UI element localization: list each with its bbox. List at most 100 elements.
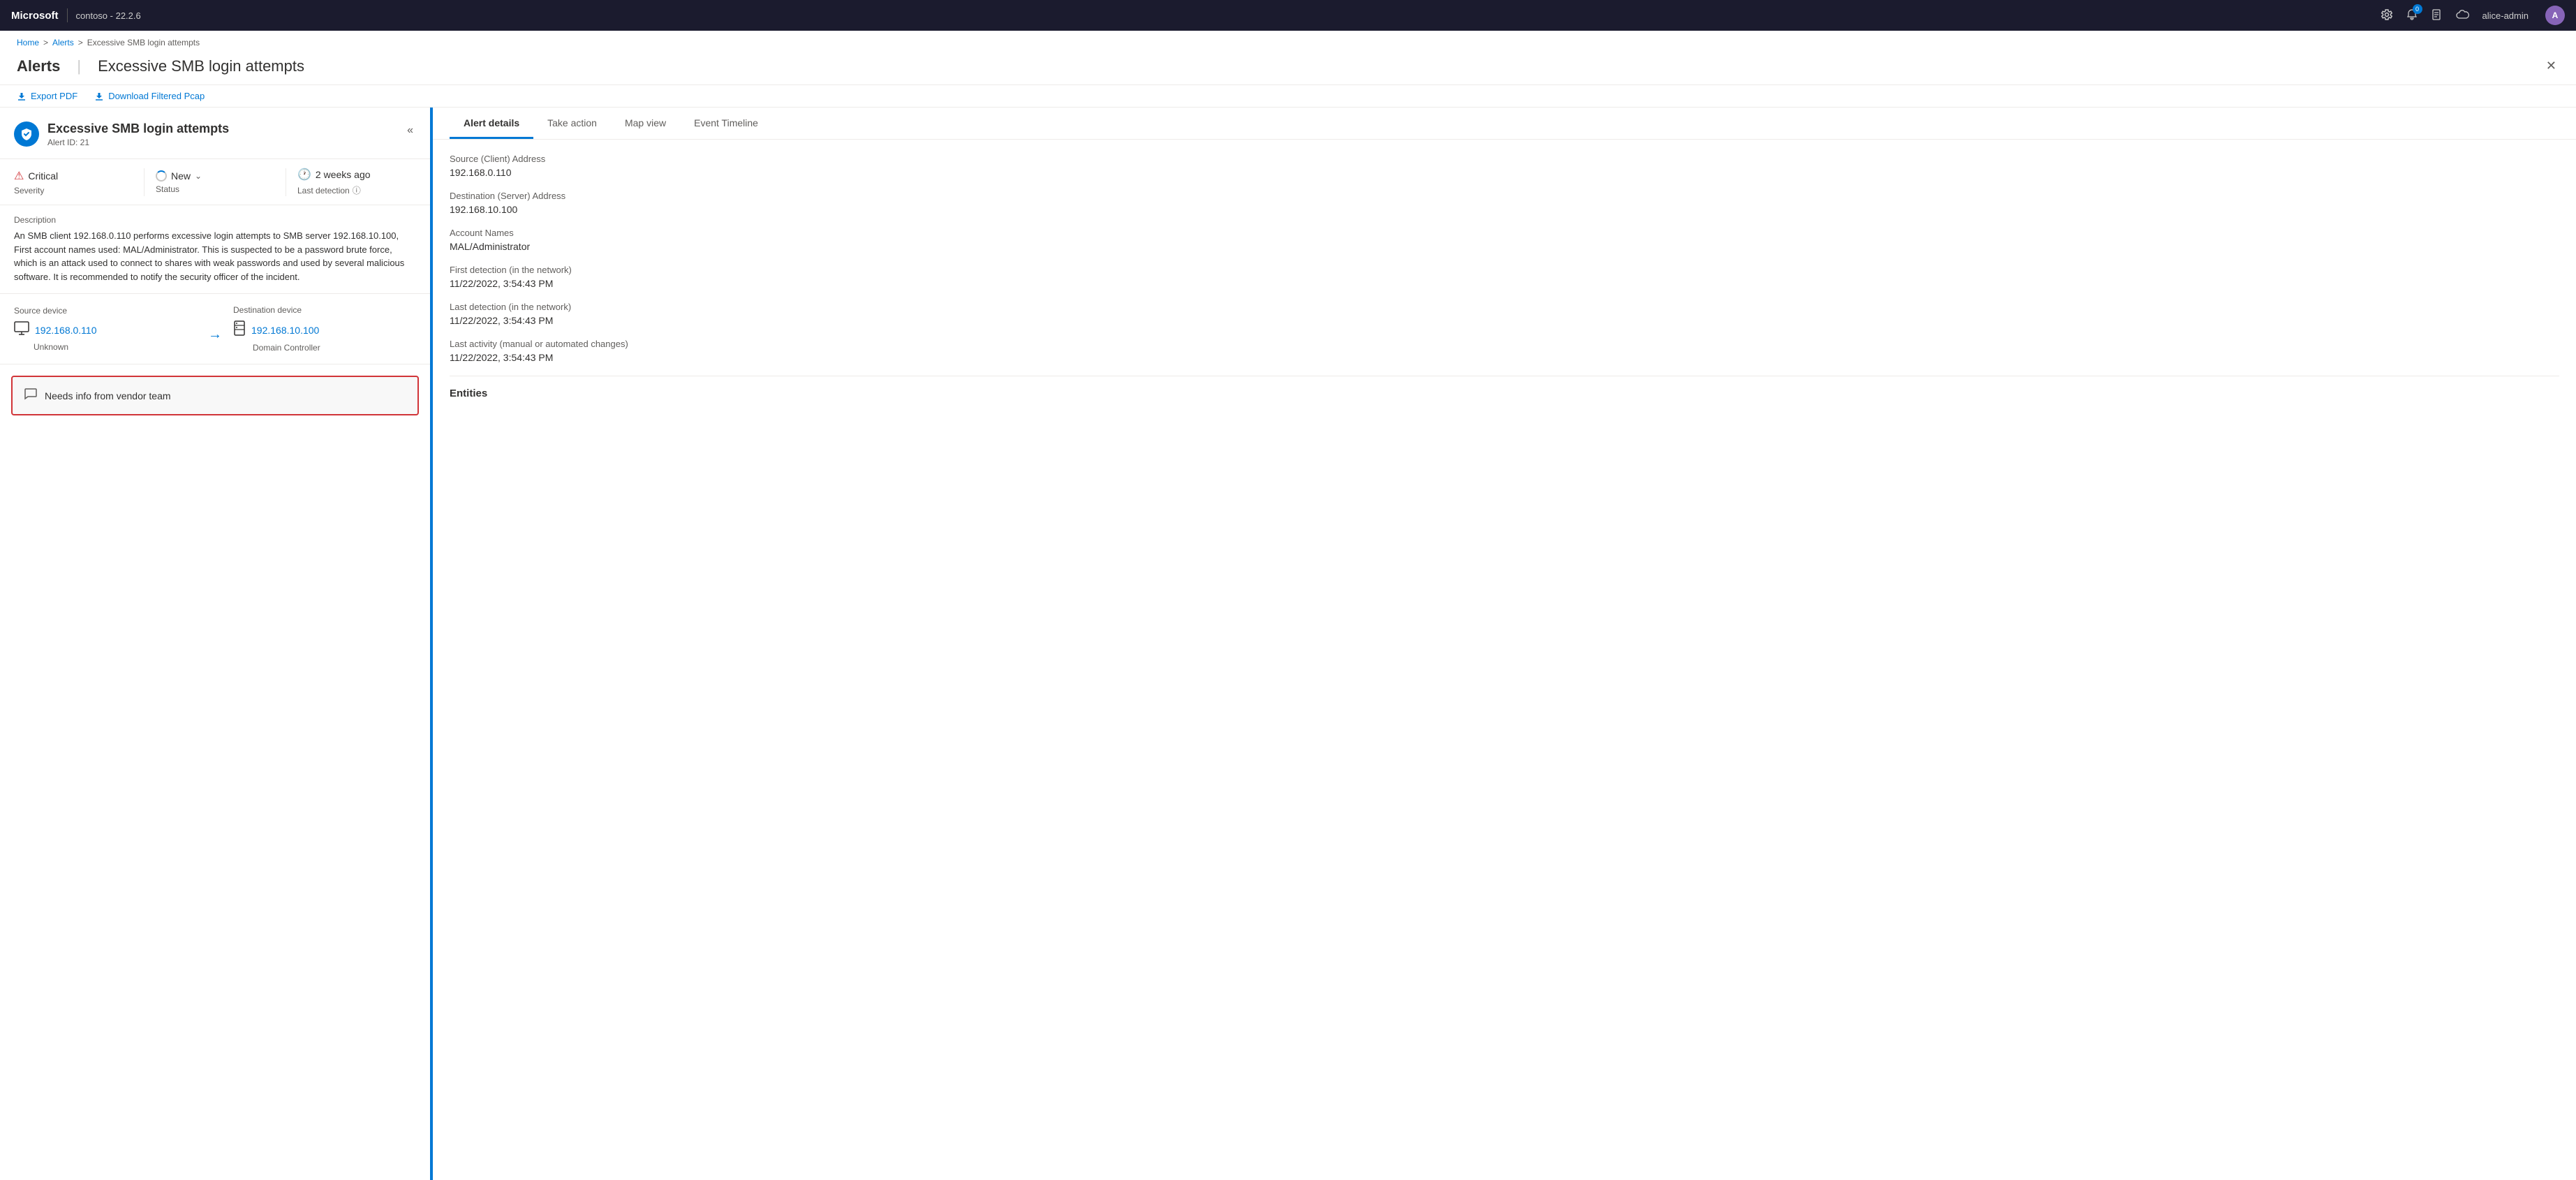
last-detection-field-value: 11/22/2022, 3:54:43 PM: [450, 315, 2559, 326]
dest-device-icon: [233, 320, 246, 340]
title-separator: |: [77, 57, 81, 75]
dest-device-label: Destination device: [233, 305, 416, 315]
alert-details-content: Source (Client) Address 192.168.0.110 De…: [433, 140, 2576, 413]
page-title: Alerts: [17, 57, 60, 75]
last-detection-cell: 🕐 2 weeks ago Last detection ⓘ: [297, 168, 416, 196]
last-activity-value: 11/22/2022, 3:54:43 PM: [450, 352, 2559, 363]
breadcrumb: Home > Alerts > Excessive SMB login atte…: [0, 31, 2576, 52]
tab-map-view[interactable]: Map view: [611, 108, 680, 139]
alert-header: Excessive SMB login attempts Alert ID: 2…: [0, 108, 430, 159]
status-row: ⚠ Critical Severity New ⌄ Status 🕐: [0, 159, 430, 205]
detail-row-first-detection: First detection (in the network) 11/22/2…: [450, 265, 2559, 289]
breadcrumb-home[interactable]: Home: [17, 38, 39, 47]
detail-row-source-address: Source (Client) Address 192.168.0.110: [450, 154, 2559, 178]
description-label: Description: [14, 215, 416, 225]
alert-name: Excessive SMB login attempts: [47, 121, 229, 136]
breadcrumb-sep-2: >: [78, 38, 83, 47]
download-pcap-icon: [94, 91, 104, 101]
first-detection-value: 11/22/2022, 3:54:43 PM: [450, 278, 2559, 289]
status-divider-1: [144, 168, 145, 196]
last-detection-label: Last detection ⓘ: [297, 184, 416, 196]
tab-event-timeline[interactable]: Event Timeline: [680, 108, 772, 139]
page-subtitle: Excessive SMB login attempts: [98, 57, 304, 75]
dest-device-name-row: 192.168.10.100: [233, 320, 416, 340]
comment-section[interactable]: Needs info from vendor team: [11, 376, 419, 415]
main-content: Excessive SMB login attempts Alert ID: 2…: [0, 108, 2576, 1180]
source-device-name-row: 192.168.0.110: [14, 321, 197, 339]
status-value-row: New ⌄: [156, 170, 274, 182]
org-name: contoso - 22.2.6: [76, 10, 2381, 21]
critical-icon: ⚠: [14, 169, 24, 183]
notification-badge: 0: [2413, 4, 2422, 14]
first-detection-label: First detection (in the network): [450, 265, 2559, 275]
collapse-button[interactable]: «: [404, 121, 416, 140]
alert-id: Alert ID: 21: [47, 138, 229, 147]
status-cell: New ⌄ Status: [156, 170, 274, 194]
severity-value: ⚠ Critical: [14, 169, 133, 183]
settings-icon[interactable]: [2381, 8, 2393, 23]
alert-title-block: Excessive SMB login attempts Alert ID: 2…: [47, 121, 229, 147]
description-text: An SMB client 192.168.0.110 performs exc…: [14, 229, 416, 283]
last-detection-value-row: 🕐 2 weeks ago: [297, 168, 416, 182]
dest-device-sub: Domain Controller: [253, 343, 416, 353]
dest-address-label: Destination (Server) Address: [450, 191, 2559, 201]
left-panel: Excessive SMB login attempts Alert ID: 2…: [0, 108, 433, 1180]
alert-shield-icon: [14, 121, 39, 147]
detail-row-dest-address: Destination (Server) Address 192.168.10.…: [450, 191, 2559, 215]
toolbar: Export PDF Download Filtered Pcap: [0, 85, 2576, 108]
top-navigation: Microsoft contoso - 22.2.6 0: [0, 0, 2576, 31]
cloud-icon[interactable]: [2456, 8, 2470, 23]
user-avatar[interactable]: A: [2545, 6, 2565, 25]
source-address-label: Source (Client) Address: [450, 154, 2559, 164]
comment-text: Needs info from vendor team: [45, 390, 171, 401]
page-header: Alerts | Excessive SMB login attempts ✕: [0, 52, 2576, 85]
last-detection-info-icon: ⓘ: [353, 184, 361, 196]
tabs: Alert details Take action Map view Event…: [433, 108, 2576, 140]
status-spinner-icon: [156, 170, 167, 182]
export-pdf-button[interactable]: Export PDF: [17, 91, 77, 101]
user-name-label[interactable]: alice-admin: [2482, 10, 2529, 21]
close-button[interactable]: ✕: [2543, 56, 2559, 76]
nav-icons: 0 alice-admin A: [2381, 6, 2565, 25]
status-dropdown-arrow[interactable]: ⌄: [195, 171, 202, 181]
microsoft-logo: Microsoft: [11, 10, 59, 22]
clock-icon: 🕐: [297, 168, 311, 182]
detail-row-last-detection: Last detection (in the network) 11/22/20…: [450, 302, 2559, 326]
status-label: Status: [156, 184, 274, 194]
last-activity-label: Last activity (manual or automated chang…: [450, 339, 2559, 349]
severity-cell: ⚠ Critical Severity: [14, 169, 133, 196]
tab-alert-details[interactable]: Alert details: [450, 108, 533, 139]
page-header-left: Alerts | Excessive SMB login attempts: [17, 57, 304, 75]
description-section: Description An SMB client 192.168.0.110 …: [0, 205, 430, 294]
breadcrumb-current: Excessive SMB login attempts: [87, 38, 200, 47]
breadcrumb-sep-1: >: [43, 38, 48, 47]
source-device-sub: Unknown: [34, 342, 197, 352]
dest-address-value: 192.168.10.100: [450, 204, 2559, 215]
detail-row-last-activity: Last activity (manual or automated chang…: [450, 339, 2559, 363]
tab-take-action[interactable]: Take action: [533, 108, 611, 139]
source-device-ip[interactable]: 192.168.0.110: [35, 325, 97, 336]
source-device-icon: [14, 321, 29, 339]
nav-separator: [67, 8, 68, 22]
comment-icon: [24, 387, 38, 404]
devices-section: Source device 192.168.0.110 Unknown →: [0, 294, 430, 364]
notification-icon[interactable]: 0: [2406, 8, 2418, 23]
download-pcap-button[interactable]: Download Filtered Pcap: [94, 91, 205, 101]
book-icon[interactable]: [2431, 8, 2443, 23]
arrow-connector-icon: →: [208, 327, 222, 343]
download-icon: [17, 91, 27, 101]
breadcrumb-alerts[interactable]: Alerts: [52, 38, 74, 47]
last-detection-field-label: Last detection (in the network): [450, 302, 2559, 312]
severity-label: Severity: [14, 186, 133, 196]
source-address-value: 192.168.0.110: [450, 167, 2559, 178]
dest-device-block: Destination device 192.168.10.100: [233, 305, 416, 353]
account-names-value: MAL/Administrator: [450, 241, 2559, 252]
dest-device-ip[interactable]: 192.168.10.100: [251, 325, 319, 336]
right-panel: Alert details Take action Map view Event…: [433, 108, 2576, 1180]
account-names-label: Account Names: [450, 228, 2559, 238]
detail-row-account-names: Account Names MAL/Administrator: [450, 228, 2559, 252]
alert-header-left: Excessive SMB login attempts Alert ID: 2…: [14, 121, 229, 147]
source-device-label: Source device: [14, 306, 197, 316]
entities-label: Entities: [450, 388, 2559, 399]
source-device-block: Source device 192.168.0.110 Unknown: [14, 306, 197, 352]
